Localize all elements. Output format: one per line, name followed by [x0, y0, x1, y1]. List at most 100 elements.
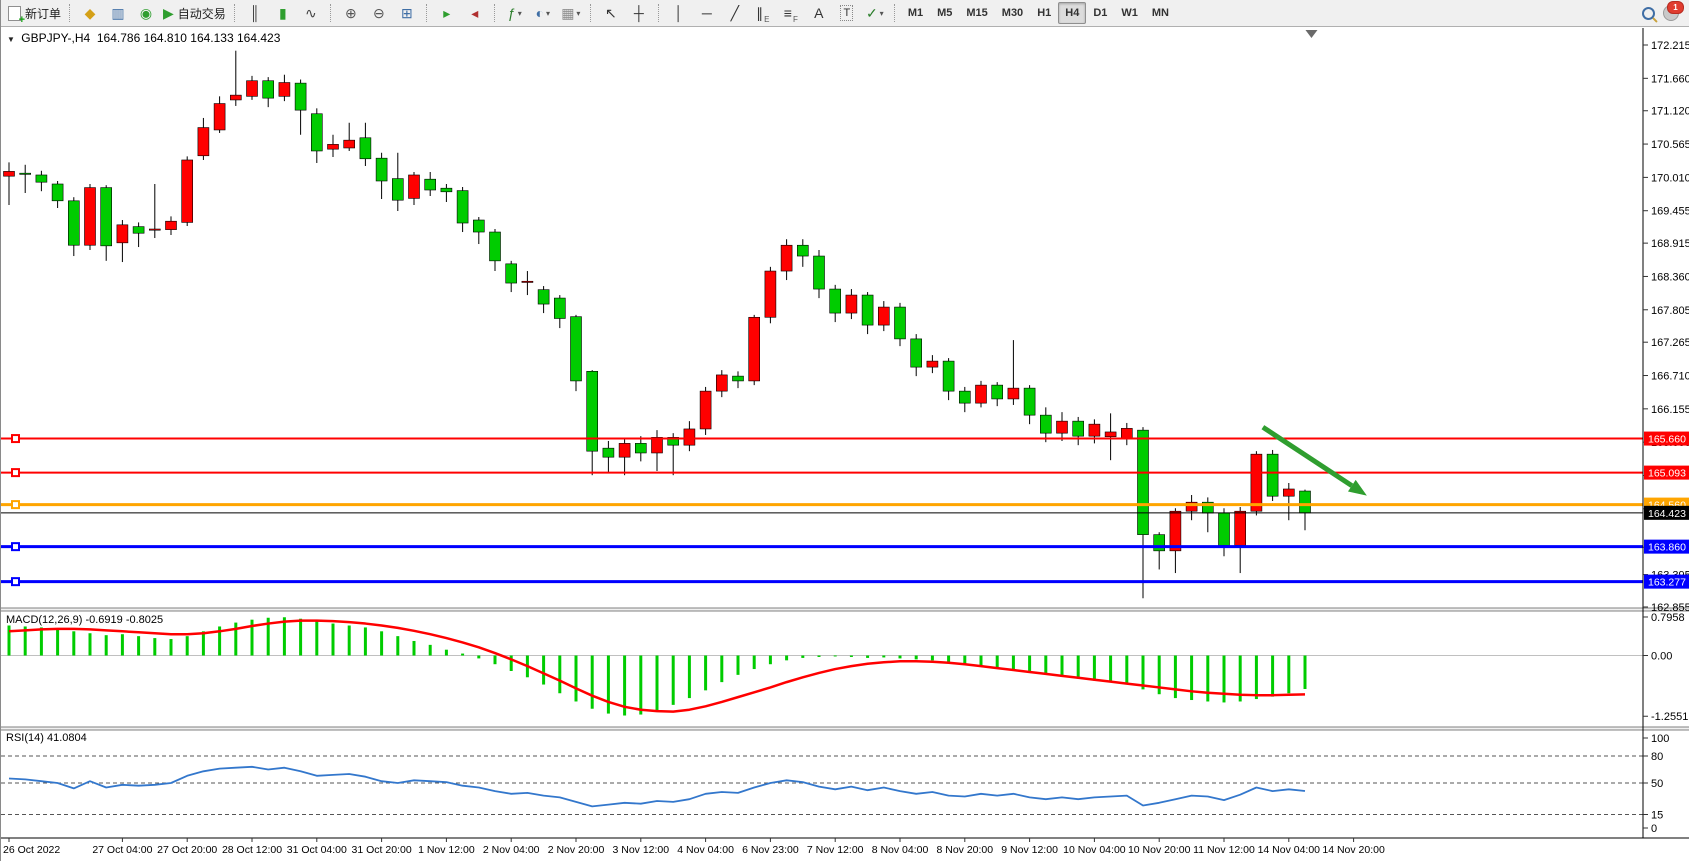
- candle-body: [68, 201, 79, 245]
- line-chart-button[interactable]: ∿: [297, 2, 325, 24]
- trendline-icon: ╱: [731, 6, 739, 20]
- candle-body: [230, 95, 241, 100]
- text-button[interactable]: A: [805, 2, 833, 24]
- candle-body: [441, 188, 452, 192]
- toolbar-separator: [590, 4, 592, 22]
- chart-shift-icon: ◂: [471, 6, 478, 20]
- timeframe-button-d1[interactable]: D1: [1086, 2, 1114, 24]
- zoom-out-button[interactable]: ⊖: [365, 2, 393, 24]
- chart-title: ▼ GBPJPY-,H4 164.786 164.810 164.133 164…: [7, 31, 280, 45]
- candlestick-chart-button[interactable]: ▮: [269, 2, 297, 24]
- autotrading-button[interactable]: ▶自动交易: [160, 2, 229, 24]
- candle-body: [797, 245, 808, 256]
- timeframe-button-m5[interactable]: M5: [930, 2, 959, 24]
- candle-body: [392, 179, 403, 201]
- text-label-button[interactable]: T: [833, 2, 861, 24]
- signal-icon: ◉: [140, 6, 152, 20]
- signals-button[interactable]: ◉: [132, 2, 160, 24]
- indicator-list-button[interactable]: ◆: [76, 2, 104, 24]
- equidistant-channel-button[interactable]: ∥E: [749, 2, 777, 24]
- crosshair-icon: ┼: [634, 6, 644, 20]
- search-icon[interactable]: [1642, 7, 1655, 20]
- candle-body: [911, 339, 922, 367]
- chart-ohlc-values: 164.786 164.810 164.133 164.423: [97, 31, 281, 45]
- text-icon: A: [814, 6, 823, 20]
- candle-body: [1235, 511, 1246, 545]
- fibonacci-button[interactable]: ≡F: [777, 2, 805, 24]
- candle-body: [1057, 421, 1068, 433]
- chart-shift-button[interactable]: ◂: [461, 2, 489, 24]
- indicators-button[interactable]: ƒ▾: [501, 2, 529, 24]
- line-handle[interactable]: [12, 435, 19, 442]
- arrows-button[interactable]: ✓▾: [861, 2, 889, 24]
- toolbar-separator: [330, 4, 332, 22]
- line-handle[interactable]: [12, 578, 19, 585]
- timeframe-button-w1[interactable]: W1: [1114, 2, 1145, 24]
- toolbar-separator: [426, 4, 428, 22]
- bar-chart-button[interactable]: ║: [241, 2, 269, 24]
- toolbar-separator: [658, 4, 660, 22]
- auto-scroll-button[interactable]: ▸: [433, 2, 461, 24]
- vertical-line-button[interactable]: │: [665, 2, 693, 24]
- candle-body: [1219, 513, 1230, 545]
- tile-windows-button[interactable]: ⊞: [393, 2, 421, 24]
- toolbar: 新订单◆▥◉▶自动交易║▮∿⊕⊖⊞▸◂ƒ▾◐▾▦▾↖┼│─╱∥E≡FAT✓▾M1…: [1, 0, 1689, 27]
- toolbar-group: ƒ▾◐▾▦▾: [501, 2, 585, 24]
- timeframe-button-m1[interactable]: M1: [901, 2, 930, 24]
- line-handle[interactable]: [12, 501, 19, 508]
- horizontal-line-button[interactable]: ─: [693, 2, 721, 24]
- candle-body: [635, 443, 646, 453]
- timeframe-button-m30[interactable]: M30: [995, 2, 1030, 24]
- candle-body: [684, 429, 695, 445]
- macd-indicator-label: MACD(12,26,9) -0.6919 -0.8025: [6, 614, 163, 626]
- market-watch-icon: ▥: [111, 6, 124, 20]
- cursor-button[interactable]: ↖: [597, 2, 625, 24]
- autotrading-icon: ▶: [163, 6, 174, 20]
- notification-badge: 1: [1667, 1, 1684, 14]
- templates-button[interactable]: ▦▾: [557, 2, 585, 24]
- candle-body: [1283, 489, 1294, 496]
- new-order-button-label: 新订单: [25, 5, 61, 22]
- zoom-in-button[interactable]: ⊕: [337, 2, 365, 24]
- channel-icon: ∥: [756, 6, 763, 20]
- periods-button[interactable]: ◐▾: [529, 2, 557, 24]
- candlestick-icon: ▮: [279, 6, 287, 20]
- notification-bell-icon[interactable]: 1: [1663, 5, 1679, 21]
- text-label-icon: T: [840, 5, 853, 21]
- candle-body: [295, 83, 306, 110]
- line-handle[interactable]: [12, 543, 19, 550]
- toolbar-separator: [494, 4, 496, 22]
- candle-body: [781, 245, 792, 271]
- fibonacci-icon-letter: F: [793, 15, 798, 24]
- line-handle[interactable]: [12, 469, 19, 476]
- timeframe-button-h1[interactable]: H1: [1030, 2, 1058, 24]
- chart-canvas[interactable]: 172.215171.660171.120170.565170.010169.4…: [1, 0, 1689, 861]
- toolbar-group: ▸◂: [433, 2, 489, 24]
- candle-body: [943, 361, 954, 391]
- new-order-button[interactable]: 新订单: [5, 2, 64, 24]
- timeframe-button-m15[interactable]: M15: [959, 2, 994, 24]
- timeframe-button-mn[interactable]: MN: [1145, 2, 1176, 24]
- candle-body: [473, 220, 484, 232]
- trendline-button[interactable]: ╱: [721, 2, 749, 24]
- candle-body: [182, 160, 193, 222]
- time-axis[interactable]: [1, 838, 1689, 861]
- price-axis[interactable]: [1643, 28, 1689, 838]
- template-icon: ▦: [561, 6, 574, 20]
- candle-body: [538, 290, 549, 304]
- candle-body: [247, 81, 258, 97]
- timeframe-button-h4[interactable]: H4: [1058, 2, 1086, 24]
- chart-dropdown-caret[interactable]: ▼: [7, 35, 15, 44]
- crosshair-button[interactable]: ┼: [625, 2, 653, 24]
- fibonacci-icon: ≡: [784, 6, 792, 20]
- candle-body: [814, 256, 825, 289]
- zoom-in-icon: ⊕: [345, 6, 357, 20]
- horizontal-line-icon: ─: [702, 6, 712, 20]
- market-watch-button[interactable]: ▥: [104, 2, 132, 24]
- candle-body: [716, 375, 727, 391]
- toolbar-separator: [894, 4, 896, 22]
- line-chart-icon: ∿: [305, 6, 317, 20]
- candle-body: [328, 144, 339, 149]
- candle-body: [425, 179, 436, 190]
- candle-body: [279, 83, 290, 97]
